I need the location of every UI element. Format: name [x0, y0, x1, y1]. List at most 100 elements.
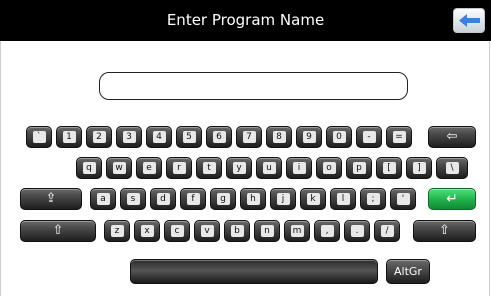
key-x[interactable]: x [134, 220, 160, 242]
key-9[interactable]: 9 [296, 126, 322, 148]
back-arrow-icon [459, 14, 480, 27]
key-g[interactable]: g [210, 188, 236, 210]
key-4[interactable]: 4 [146, 126, 172, 148]
left-shift-key[interactable]: ⇧ [20, 220, 96, 242]
key-c[interactable]: c [164, 220, 190, 242]
key-label: 5 [182, 131, 196, 143]
key-e[interactable]: e [136, 157, 162, 179]
key-label: e [142, 162, 156, 174]
key-8[interactable]: 8 [266, 126, 292, 148]
key-0[interactable]: ` [26, 126, 52, 148]
key-s[interactable]: s [120, 188, 146, 210]
key-label: 6 [212, 131, 226, 143]
key-.[interactable]: . [344, 220, 370, 242]
key-/[interactable]: / [374, 220, 400, 242]
key-l[interactable]: l [330, 188, 356, 210]
key-label: s [126, 193, 140, 205]
key-label: a [96, 193, 110, 205]
key-label: 9 [302, 131, 316, 143]
key-label: f [186, 193, 200, 205]
key-label: ⇪ [45, 191, 57, 206]
key-label: k [306, 193, 320, 205]
key-h[interactable]: h [240, 188, 266, 210]
key-10[interactable]: 0 [326, 126, 352, 148]
key-w[interactable]: w [106, 157, 132, 179]
key-q[interactable]: q [76, 157, 102, 179]
key-12[interactable]: = [386, 126, 412, 148]
key-label: o [322, 162, 336, 174]
key-d[interactable]: d [150, 188, 176, 210]
key-label: x [140, 225, 154, 237]
program-name-input[interactable] [99, 72, 408, 100]
key-k[interactable]: k [300, 188, 326, 210]
key-5[interactable]: 5 [176, 126, 202, 148]
key-label: ⇦ [446, 129, 458, 144]
key-label: 4 [152, 131, 166, 143]
key-n[interactable]: n [254, 220, 280, 242]
key-label: z [110, 225, 124, 237]
enter-key[interactable]: ↵ [428, 188, 476, 210]
key-label: = [392, 131, 406, 143]
key-label: h [246, 193, 260, 205]
key-label: i [292, 162, 306, 174]
key-v[interactable]: v [194, 220, 220, 242]
key-\[interactable]: \ [436, 157, 468, 179]
key-label: ] [412, 162, 426, 174]
key-b[interactable]: b [224, 220, 250, 242]
key-z[interactable]: z [104, 220, 130, 242]
key-a[interactable]: a [90, 188, 116, 210]
backspace-key[interactable]: ⇦ [428, 126, 476, 148]
key-label: 8 [272, 131, 286, 143]
key-label: ; [366, 193, 380, 205]
altgr-key[interactable]: AltGr [386, 259, 430, 284]
right-shift-key[interactable]: ⇧ [413, 220, 476, 242]
key-label: ⇧ [439, 223, 450, 238]
key-,[interactable]: , [314, 220, 340, 242]
key-3[interactable]: 3 [116, 126, 142, 148]
key-o[interactable]: o [316, 157, 342, 179]
key-p[interactable]: p [346, 157, 372, 179]
key-1[interactable]: 1 [56, 126, 82, 148]
key-label: [ [382, 162, 396, 174]
key-label: u [262, 162, 276, 174]
title-bar: Enter Program Name [0, 0, 491, 41]
key-label: p [352, 162, 366, 174]
key-label: ` [32, 131, 46, 143]
space-bar[interactable] [130, 259, 378, 284]
caps-lock-key[interactable]: ⇪ [20, 188, 82, 210]
key-label: b [230, 225, 244, 237]
key-label: q [82, 162, 96, 174]
key-label: d [156, 193, 170, 205]
key-2[interactable]: 2 [86, 126, 112, 148]
key-j[interactable]: j [270, 188, 296, 210]
key-r[interactable]: r [166, 157, 192, 179]
key-f[interactable]: f [180, 188, 206, 210]
key-'[interactable]: ' [390, 188, 416, 210]
key-label: m [290, 225, 304, 237]
key-label: t [202, 162, 216, 174]
key-label: v [200, 225, 214, 237]
key-6[interactable]: 6 [206, 126, 232, 148]
key-label: w [112, 162, 126, 174]
key-label: - [362, 131, 376, 143]
back-button[interactable] [453, 8, 485, 33]
key-label: \ [445, 162, 459, 174]
key-label: l [336, 193, 350, 205]
key-label: 1 [62, 131, 76, 143]
key-11[interactable]: - [356, 126, 382, 148]
key-label: g [216, 193, 230, 205]
page-title: Enter Program Name [166, 11, 325, 29]
key-y[interactable]: y [226, 157, 252, 179]
key-i[interactable]: i [286, 157, 312, 179]
key-u[interactable]: u [256, 157, 282, 179]
key-m[interactable]: m [284, 220, 310, 242]
key-t[interactable]: t [196, 157, 222, 179]
key-label: 3 [122, 131, 136, 143]
key-7[interactable]: 7 [236, 126, 262, 148]
key-;[interactable]: ; [360, 188, 386, 210]
key-label: 0 [332, 131, 346, 143]
key-][interactable]: ] [406, 157, 432, 179]
key-label: c [170, 225, 184, 237]
key-[[interactable]: [ [376, 157, 402, 179]
key-label: 7 [242, 131, 256, 143]
